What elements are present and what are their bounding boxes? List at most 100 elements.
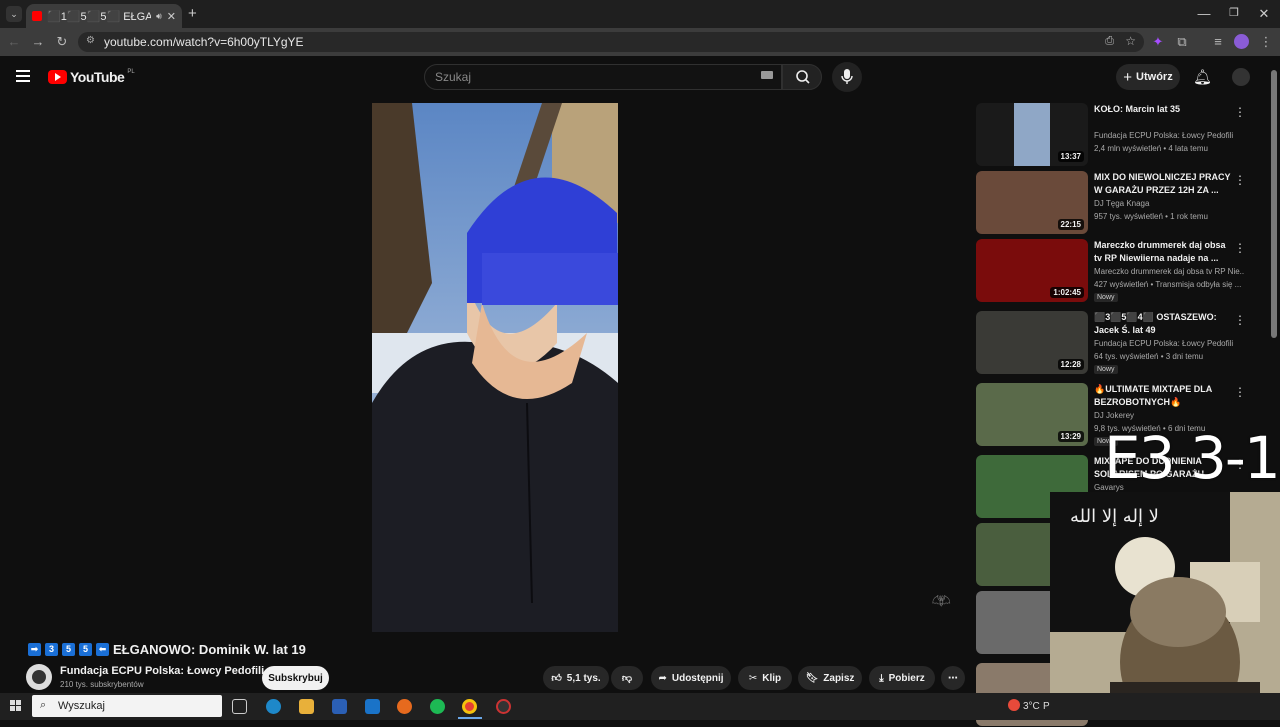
new-badge: Nowy	[1094, 293, 1118, 302]
app-icon[interactable]	[496, 699, 511, 714]
video-duration: 13:29	[1057, 431, 1084, 442]
channel-avatar[interactable]	[26, 664, 52, 690]
more-options-icon[interactable]: ⋮	[1234, 313, 1246, 327]
outlook-icon[interactable]	[365, 699, 380, 714]
weather-temperature[interactable]: 3°C	[1023, 701, 1040, 712]
file-explorer-icon[interactable]	[299, 699, 314, 714]
more-options-icon[interactable]: ⋮	[1234, 385, 1246, 399]
recommendation-channel[interactable]: Mareczko drummerek daj obsa tv RP Nie...	[1094, 267, 1244, 276]
recommendation-title[interactable]: Mareczko drummerek daj obsa tv RP Niewii…	[1094, 239, 1232, 265]
scrollbar[interactable]	[1271, 70, 1277, 338]
address-bar[interactable]: ⚙ youtube.com/watch?v=6h00yTLYgYE ⎙ ☆	[78, 32, 1144, 52]
hamburger-menu-icon[interactable]	[16, 70, 30, 82]
tab-close-icon[interactable]: ✕	[167, 10, 176, 23]
back-icon[interactable]: ←	[6, 34, 22, 50]
spotify-icon[interactable]	[430, 699, 445, 714]
tab-title: ⬛1⬛5⬛5⬛ EŁGANOWO:	[47, 10, 152, 23]
recommendation-item[interactable]: 22:15 MIX DO NIEWOLNICZEJ PRACY W GARAŻU …	[976, 171, 1266, 235]
create-button[interactable]: + Utwórz	[1116, 64, 1180, 90]
like-button[interactable]: 👍︎ 5,1 tys.	[543, 666, 609, 690]
new-badge: Nowy	[1094, 365, 1118, 374]
channel-name[interactable]: Fundacja ECPU Polska: Łowcy Pedofili	[60, 665, 264, 677]
url-text: youtube.com/watch?v=6h00yTLYgYE	[104, 35, 304, 49]
extension-icon[interactable]: ✦	[1150, 34, 1166, 50]
dislike-button[interactable]: 👎︎	[611, 666, 643, 690]
task-view-icon[interactable]	[232, 699, 247, 714]
reload-icon[interactable]: ↻	[54, 34, 70, 50]
browser-tab-active[interactable]: ⬛1⬛5⬛5⬛ EŁGANOWO: 🔊︎ ✕	[26, 4, 182, 28]
install-app-icon[interactable]: ⎙	[1105, 35, 1114, 48]
reading-list-icon[interactable]: ≡	[1210, 34, 1226, 50]
notifications-bell-icon[interactable]: 🔔︎	[1193, 68, 1212, 86]
window-close-icon[interactable]: ✕	[1254, 6, 1274, 22]
banner-text: لا إله إلا الله	[1070, 506, 1159, 527]
recommendation-title[interactable]: ⬛3⬛5⬛4⬛ OSTASZEWO: Jacek Ś. lat 49	[1094, 311, 1232, 337]
chrome-menu-icon[interactable]: ⋮	[1258, 34, 1274, 50]
title-number-2: 5	[62, 643, 75, 656]
recommendation-channel[interactable]: DJ Jokerey	[1094, 411, 1244, 420]
search-button[interactable]	[782, 64, 822, 90]
more-options-icon[interactable]: ⋮	[1234, 241, 1246, 255]
weather-icon[interactable]	[1008, 699, 1020, 711]
audio-playing-icon[interactable]: 🔊︎	[156, 11, 162, 22]
voice-search-button[interactable]	[832, 62, 862, 92]
recommendation-meta: 64 tys. wyświetleń • 3 dni temu	[1094, 352, 1204, 361]
share-button[interactable]: ➦ Udostępnij	[651, 666, 731, 690]
download-button[interactable]: ⤓ Pobierz	[869, 666, 935, 690]
video-duration: 13:37	[1057, 151, 1084, 162]
recommendation-thumbnail[interactable]: 13:37	[976, 103, 1088, 166]
account-avatar[interactable]	[1232, 68, 1250, 86]
windows-start-icon[interactable]	[10, 700, 22, 712]
recommendation-title[interactable]: MIX DO NIEWOLNICZEJ PRACY W GARAŻU PRZEZ…	[1094, 171, 1232, 197]
like-count: 5,1 tys.	[566, 672, 601, 684]
channel-watermark-icon[interactable]: 🦇︎	[932, 592, 954, 612]
more-options-icon[interactable]: ⋮	[1234, 105, 1246, 119]
new-tab-icon[interactable]: +	[188, 5, 197, 22]
youtube-header: YouTube PL Szukaj + Utwórz 🔔︎	[0, 56, 1280, 98]
webcam-image: لا إله إلا الله	[1050, 492, 1280, 720]
subscribe-button[interactable]: Subskrybuj	[262, 666, 329, 690]
forward-icon[interactable]: →	[30, 34, 46, 50]
recommendation-title[interactable]: 🔥ULTIMATE MIXTAPE DLA BEZROBOTNYCH🔥	[1094, 383, 1232, 409]
recommendation-meta: 957 tys. wyświetleń • 1 rok temu	[1094, 212, 1208, 221]
firefox-icon[interactable]	[397, 699, 412, 714]
extensions-puzzle-icon[interactable]: ⧉	[1174, 34, 1190, 50]
tab-search-icon[interactable]: ⌄	[6, 6, 22, 22]
keyboard-icon[interactable]	[761, 71, 773, 79]
arrow-left-emoji-icon: ⬅	[96, 643, 109, 656]
bookmark-star-icon[interactable]: ☆	[1125, 34, 1136, 48]
more-actions-button[interactable]: ⋯	[941, 666, 965, 690]
overlay-score-text: E3 3-1	[1104, 424, 1280, 492]
subscriber-count: 210 tys. subskrybentów	[60, 680, 144, 689]
video-player[interactable]	[372, 103, 618, 632]
plus-icon: +	[1123, 68, 1133, 86]
chrome-icon[interactable]	[462, 699, 477, 714]
taskbar-search[interactable]: ⌕ Wyszukaj	[32, 695, 222, 717]
recommendation-thumbnail[interactable]: 1:02:45	[976, 239, 1088, 302]
microsoft-store-icon[interactable]	[332, 699, 347, 714]
site-info-icon[interactable]: ⚙	[86, 35, 95, 46]
recommendation-channel[interactable]: DJ Tęga Knaga	[1094, 199, 1244, 208]
more-options-icon[interactable]: ⋮	[1234, 173, 1246, 187]
recommendation-item[interactable]: 1:02:45 Mareczko drummerek daj obsa tv RP…	[976, 239, 1266, 303]
recommendation-item[interactable]: 12:28 ⬛3⬛5⬛4⬛ OSTASZEWO: Jacek Ś. lat 49 F…	[976, 311, 1266, 375]
recommendation-thumbnail[interactable]: 12:28	[976, 311, 1088, 374]
youtube-logo[interactable]: YouTube PL	[48, 69, 135, 85]
recommendation-channel[interactable]: Fundacja ECPU Polska: Łowcy Pedofili	[1094, 339, 1244, 348]
profile-avatar[interactable]	[1234, 34, 1249, 49]
clip-button[interactable]: ✂ Klip	[738, 666, 792, 690]
restore-icon[interactable]: ❐	[1224, 6, 1244, 19]
recommendation-thumbnail[interactable]: 22:15	[976, 171, 1088, 234]
minimize-icon[interactable]: —	[1194, 6, 1214, 21]
save-button[interactable]: 🔖︎ Zapisz	[798, 666, 862, 690]
search-input[interactable]: Szukaj	[424, 64, 782, 90]
youtube-favicon-icon	[32, 11, 42, 21]
title-number-1: 3	[45, 643, 58, 656]
video-duration: 1:02:45	[1050, 287, 1084, 298]
recommendation-title[interactable]: KOŁO: Marcin lat 35	[1094, 103, 1232, 116]
title-number-3: 5	[79, 643, 92, 656]
recommendation-item[interactable]: 13:37 KOŁO: Marcin lat 35 Fundacja ECPU Po…	[976, 103, 1266, 167]
recommendation-thumbnail[interactable]: 13:29	[976, 383, 1088, 446]
recommendation-channel[interactable]: Fundacja ECPU Polska: Łowcy Pedofili	[1094, 131, 1244, 140]
edge-browser-icon[interactable]	[266, 699, 281, 714]
